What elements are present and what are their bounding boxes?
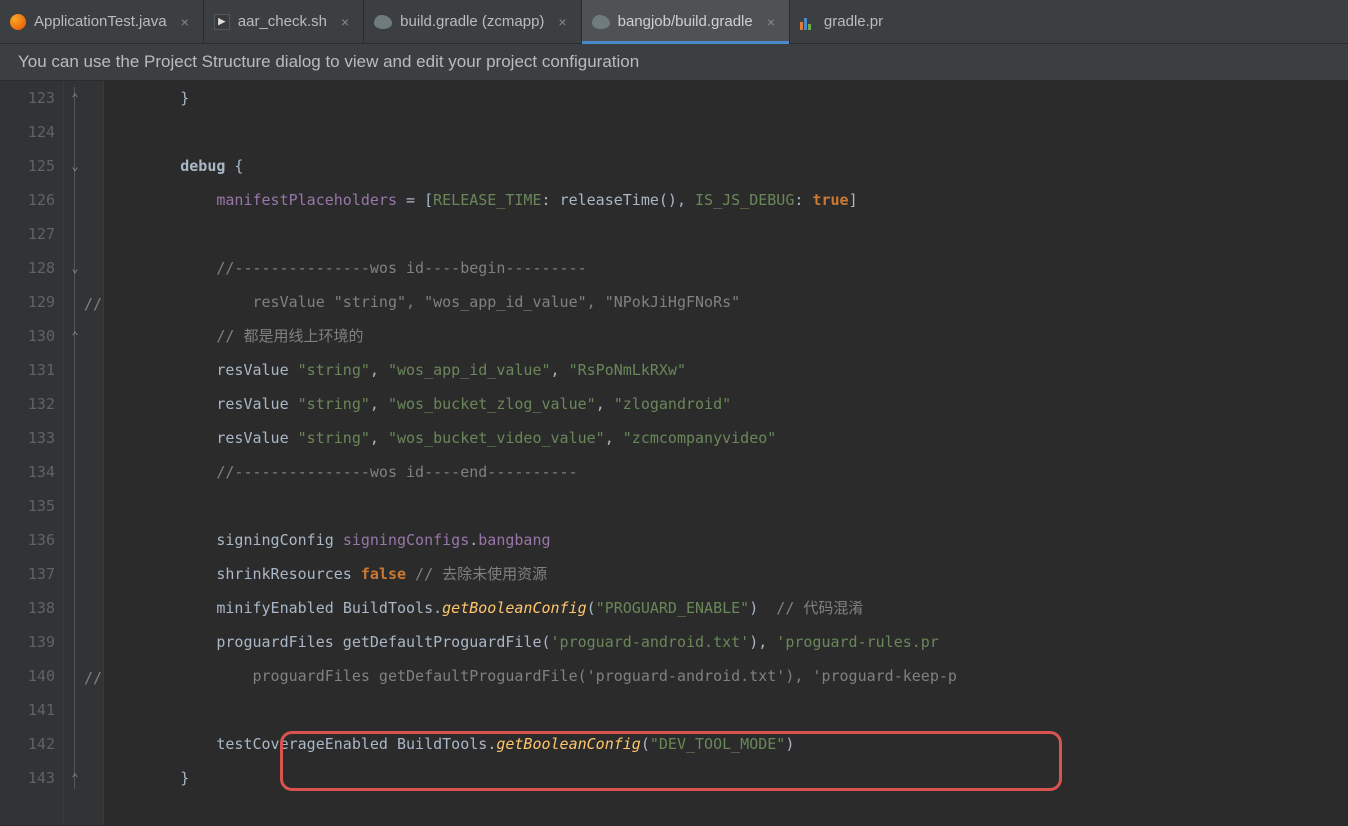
code-line[interactable]: //---------------wos id----end---------- — [108, 455, 1348, 489]
line-number: 127 — [0, 217, 55, 251]
tab-label: gradle.pr — [824, 13, 883, 30]
close-icon[interactable]: × — [341, 14, 349, 30]
code-line[interactable]: manifestPlaceholders = [RELEASE_TIME: re… — [108, 183, 1348, 217]
fold-expand-icon[interactable]: ⌄ — [68, 159, 82, 173]
gradle-file-icon — [374, 15, 392, 29]
line-number: 139 — [0, 625, 55, 659]
code-line[interactable]: resValue "string", "wos_bucket_zlog_valu… — [108, 387, 1348, 421]
code-line[interactable]: minifyEnabled BuildTools.getBooleanConfi… — [108, 591, 1348, 625]
fold-gutter: ⌃ ⌄ ⌄ ⌃ ⌃ // // — [64, 81, 104, 825]
code-line[interactable]: proguardFiles getDefaultProguardFile('pr… — [108, 659, 1348, 693]
tab-label: ApplicationTest.java — [34, 13, 167, 30]
code-editor[interactable]: 123 124 125 126 127 128 129 130 131 132 … — [0, 81, 1348, 825]
line-number: 128 — [0, 251, 55, 285]
code-line[interactable]: resValue "string", "wos_bucket_video_val… — [108, 421, 1348, 455]
line-number: 126 — [0, 183, 55, 217]
line-number: 130 — [0, 319, 55, 353]
line-number: 138 — [0, 591, 55, 625]
fold-collapse-icon[interactable]: ⌃ — [68, 329, 82, 343]
line-number: 137 — [0, 557, 55, 591]
tab-label: build.gradle (zcmapp) — [400, 13, 544, 30]
gradle-file-icon — [592, 15, 610, 29]
commented-out-marker: // — [84, 669, 102, 687]
code-area[interactable]: } debug { manifestPlaceholders = [RELEAS… — [104, 81, 1348, 825]
line-number: 124 — [0, 115, 55, 149]
properties-file-icon — [800, 14, 816, 30]
hint-text: You can use the Project Structure dialog… — [18, 52, 639, 71]
code-line[interactable] — [108, 115, 1348, 149]
line-number: 123 — [0, 81, 55, 115]
code-line[interactable]: //---------------wos id----begin--------… — [108, 251, 1348, 285]
close-icon[interactable]: × — [181, 14, 189, 30]
commented-out-marker: // — [84, 295, 102, 313]
line-number: 134 — [0, 455, 55, 489]
code-line[interactable]: shrinkResources false // 去除未使用资源 — [108, 557, 1348, 591]
code-line[interactable]: signingConfig signingConfigs.bangbang — [108, 523, 1348, 557]
code-line[interactable] — [108, 693, 1348, 727]
fold-collapse-icon[interactable]: ⌃ — [68, 771, 82, 785]
code-line[interactable]: resValue "string", "wos_app_id_value", "… — [108, 285, 1348, 319]
line-number-gutter: 123 124 125 126 127 128 129 130 131 132 … — [0, 81, 64, 825]
code-line[interactable]: // 都是用线上环境的 — [108, 319, 1348, 353]
line-number: 143 — [0, 761, 55, 795]
line-number: 140 — [0, 659, 55, 693]
code-line[interactable]: debug { — [108, 149, 1348, 183]
code-line[interactable] — [108, 489, 1348, 523]
fold-collapse-icon[interactable]: ⌃ — [68, 91, 82, 105]
line-number: 133 — [0, 421, 55, 455]
tab-bangjob-build-gradle[interactable]: bangjob/build.gradle × — [582, 0, 790, 43]
tab-aar-check[interactable]: ▶ aar_check.sh × — [204, 0, 364, 43]
close-icon[interactable]: × — [558, 14, 566, 30]
line-number: 142 — [0, 727, 55, 761]
line-number: 132 — [0, 387, 55, 421]
line-number: 131 — [0, 353, 55, 387]
project-structure-hint: You can use the Project Structure dialog… — [0, 44, 1348, 81]
tab-label: aar_check.sh — [238, 13, 327, 30]
tab-gradle-properties[interactable]: gradle.pr — [790, 0, 897, 43]
editor-tab-bar: ApplicationTest.java × ▶ aar_check.sh × … — [0, 0, 1348, 44]
code-line[interactable]: testCoverageEnabled BuildTools.getBoolea… — [108, 727, 1348, 761]
line-number: 141 — [0, 693, 55, 727]
tab-build-gradle-zcmapp[interactable]: build.gradle (zcmapp) × — [364, 0, 581, 43]
code-line[interactable]: resValue "string", "wos_app_id_value", "… — [108, 353, 1348, 387]
close-icon[interactable]: × — [767, 14, 775, 30]
java-file-icon — [10, 14, 26, 30]
code-line[interactable]: proguardFiles getDefaultProguardFile('pr… — [108, 625, 1348, 659]
line-number: 125 — [0, 149, 55, 183]
line-number: 129 — [0, 285, 55, 319]
line-number: 135 — [0, 489, 55, 523]
tab-label: bangjob/build.gradle — [618, 13, 753, 30]
code-line[interactable]: } — [108, 761, 1348, 795]
tab-application-test[interactable]: ApplicationTest.java × — [0, 0, 204, 43]
code-line[interactable] — [108, 217, 1348, 251]
code-line[interactable]: } — [108, 81, 1348, 115]
fold-expand-icon[interactable]: ⌄ — [68, 261, 82, 275]
line-number: 136 — [0, 523, 55, 557]
shell-file-icon: ▶ — [214, 14, 230, 30]
